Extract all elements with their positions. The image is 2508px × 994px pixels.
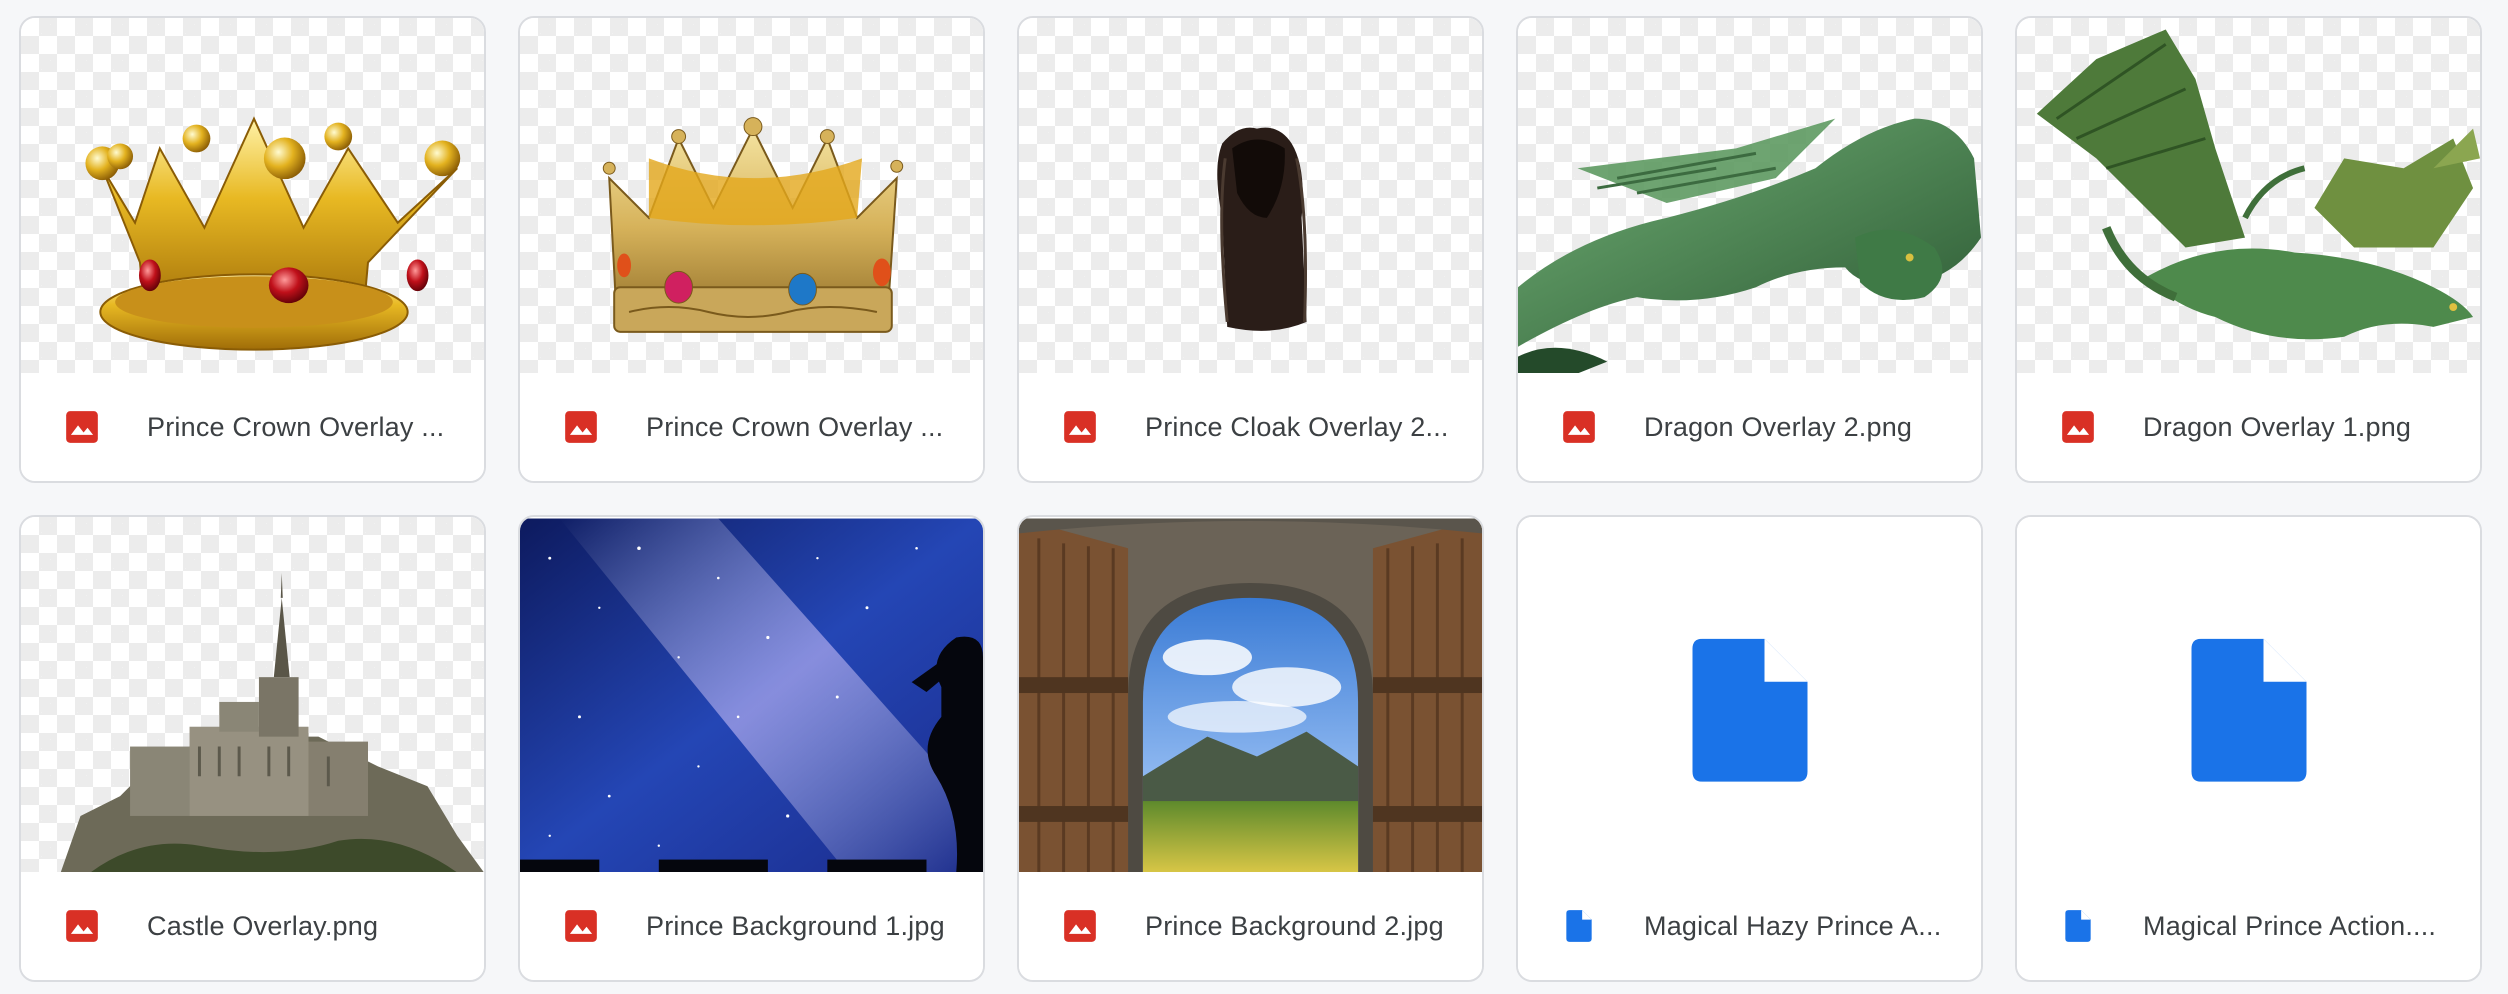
crown-image bbox=[85, 116, 461, 351]
document-file-icon bbox=[1560, 907, 1598, 945]
document-preview-icon bbox=[1692, 638, 1807, 782]
image-file-icon bbox=[1560, 408, 1598, 446]
doorway-image bbox=[1019, 518, 1482, 873]
file-thumbnail bbox=[1019, 517, 1482, 874]
file-name: Prince Background 1.jpg bbox=[646, 910, 945, 941]
file-label-row: Prince Background 1.jpg bbox=[520, 872, 983, 980]
castle-image bbox=[60, 573, 484, 873]
image-file-icon bbox=[1061, 408, 1099, 446]
file-thumbnail bbox=[21, 517, 484, 874]
file-label-row: Prince Background 2.jpg bbox=[1019, 872, 1482, 980]
dragon-image bbox=[2036, 29, 2480, 340]
file-name: Prince Crown Overlay ... bbox=[147, 411, 445, 442]
file-thumbnail bbox=[2017, 18, 2480, 375]
image-file-icon bbox=[63, 907, 101, 945]
file-name: Magical Prince Action.... bbox=[2143, 910, 2437, 941]
file-card[interactable]: Prince Background 1.jpg bbox=[518, 515, 985, 982]
file-card[interactable]: Castle Overlay.png bbox=[19, 515, 486, 982]
file-card[interactable]: Dragon Overlay 2.png bbox=[1516, 16, 1983, 483]
image-file-icon bbox=[1061, 907, 1099, 945]
file-card[interactable]: Prince Crown Overlay ... bbox=[19, 16, 486, 483]
file-label-row: Magical Prince Action.... bbox=[2017, 872, 2480, 980]
file-thumbnail bbox=[520, 18, 983, 375]
file-thumbnail bbox=[1019, 18, 1482, 375]
file-label-row: Prince Crown Overlay ... bbox=[520, 373, 983, 481]
image-file-icon bbox=[63, 408, 101, 446]
image-file-icon bbox=[562, 408, 600, 446]
file-label-row: Dragon Overlay 1.png bbox=[2017, 373, 2480, 481]
file-label-row: Prince Cloak Overlay 2... bbox=[1019, 373, 1482, 481]
file-card[interactable]: Prince Cloak Overlay 2... bbox=[1017, 16, 1484, 483]
cloak-image bbox=[1217, 127, 1308, 331]
crown-image bbox=[602, 117, 904, 333]
file-card[interactable]: Dragon Overlay 1.png bbox=[2015, 16, 2482, 483]
file-label-row: Prince Crown Overlay ... bbox=[21, 373, 484, 481]
file-name: Prince Background 2.jpg bbox=[1145, 910, 1444, 941]
image-file-icon bbox=[562, 907, 600, 945]
file-name: Dragon Overlay 1.png bbox=[2143, 411, 2412, 442]
file-grid-view: Prince Crown Overlay ... Prince Crown Ov… bbox=[0, 0, 2508, 994]
file-grid: Prince Crown Overlay ... Prince Crown Ov… bbox=[19, 16, 2482, 982]
file-label-row: Dragon Overlay 2.png bbox=[1518, 373, 1981, 481]
file-name: Magical Hazy Prince A... bbox=[1644, 910, 1942, 941]
file-name: Prince Crown Overlay ... bbox=[646, 411, 944, 442]
file-name: Castle Overlay.png bbox=[147, 910, 379, 941]
document-file-icon bbox=[2059, 907, 2097, 945]
file-card[interactable]: Prince Background 2.jpg bbox=[1017, 515, 1484, 982]
file-thumbnail bbox=[1518, 517, 1981, 874]
file-label-row: Magical Hazy Prince A... bbox=[1518, 872, 1981, 980]
document-preview-icon bbox=[2191, 638, 2306, 782]
starry-sky-image bbox=[520, 518, 983, 873]
dragon-image bbox=[1518, 118, 1981, 374]
file-name: Prince Cloak Overlay 2... bbox=[1145, 411, 1449, 442]
image-file-icon bbox=[2059, 408, 2097, 446]
file-card[interactable]: Prince Crown Overlay ... bbox=[518, 16, 985, 483]
file-card[interactable]: Magical Hazy Prince A... bbox=[1516, 515, 1983, 982]
file-thumbnail bbox=[21, 18, 484, 375]
file-name: Dragon Overlay 2.png bbox=[1644, 411, 1913, 442]
file-thumbnail bbox=[2017, 517, 2480, 874]
file-card[interactable]: Magical Prince Action.... bbox=[2015, 515, 2482, 982]
file-thumbnail bbox=[520, 517, 983, 874]
file-label-row: Castle Overlay.png bbox=[21, 872, 484, 980]
file-thumbnail bbox=[1518, 18, 1981, 375]
